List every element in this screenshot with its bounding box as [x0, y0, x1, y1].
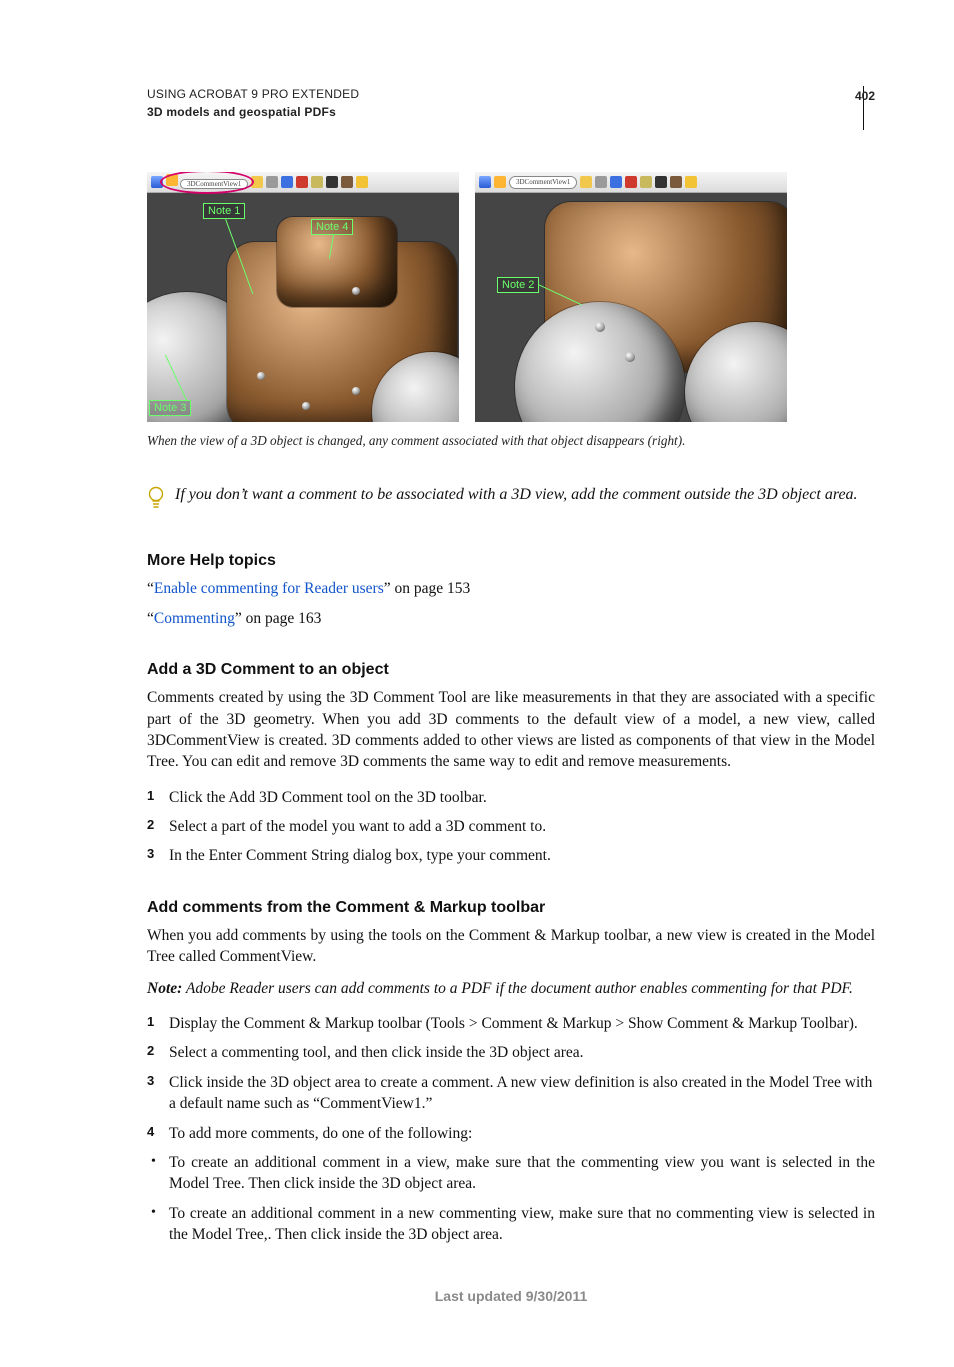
note-text: Adobe Reader users can add comments to a… — [182, 980, 853, 997]
toolbar-icon — [281, 176, 293, 188]
nav-icon — [151, 176, 163, 188]
nav-icon — [479, 176, 491, 188]
step-list: Click the Add 3D Comment tool on the 3D … — [147, 787, 875, 867]
help-ref-line: “Commenting” on page 163 — [147, 608, 875, 629]
ref-suffix: ” on page 153 — [384, 580, 471, 597]
toolbar-icon — [640, 176, 652, 188]
figure-toolbar: 3DCommentView1 — [475, 172, 787, 193]
note-paragraph: Note: Adobe Reader users can add comment… — [147, 978, 875, 999]
tip-text: If you don’t want a comment to be associ… — [175, 484, 858, 506]
step-item: Select a commenting tool, and then click… — [147, 1042, 875, 1063]
section-paragraph: Comments created by using the 3D Comment… — [147, 687, 875, 773]
step-item: Select a part of the model you want to a… — [147, 816, 875, 837]
more-help-heading: More Help topics — [147, 550, 875, 572]
help-link[interactable]: Enable commenting for Reader users — [154, 580, 384, 597]
step-item: Click the Add 3D Comment tool on the 3D … — [147, 787, 875, 808]
figure-right: 3DCommentView1 Note 2 — [475, 172, 787, 422]
bullet-list: To create an additional comment in a vie… — [147, 1152, 875, 1246]
toolbar-icon — [670, 176, 682, 188]
home-icon — [494, 176, 506, 188]
toolbar-icon — [685, 176, 697, 188]
tip: If you don’t want a comment to be associ… — [147, 484, 875, 510]
circled-controls: 3DCommentView1 — [166, 174, 248, 190]
footer-updated: Last updated 9/30/2011 — [147, 1287, 875, 1306]
toolbar-icon — [655, 176, 667, 188]
toolbar-icon — [625, 176, 637, 188]
page: 402 USING ACROBAT 9 PRO EXTENDED 3D mode… — [0, 0, 954, 1367]
step-item: Display the Comment & Markup toolbar (To… — [147, 1013, 875, 1034]
bullet-item: To create an additional comment in a vie… — [147, 1152, 875, 1195]
toolbar-icon — [311, 176, 323, 188]
toolbar-icon — [251, 176, 263, 188]
section-heading: Add comments from the Comment & Markup t… — [147, 897, 875, 919]
ref-suffix: ” on page 163 — [235, 610, 322, 627]
note-tag: Note 2 — [497, 277, 539, 293]
step-list: Display the Comment & Markup toolbar (To… — [147, 1013, 875, 1144]
help-ref-line: “Enable commenting for Reader users” on … — [147, 578, 875, 599]
view-dropdown: 3DCommentView1 — [509, 176, 577, 189]
section-heading: Add a 3D Comment to an object — [147, 659, 875, 681]
toolbar-icon — [266, 176, 278, 188]
home-icon — [166, 174, 178, 186]
running-head-chapter: 3D models and geospatial PDFs — [147, 104, 875, 121]
figure-pair: 3DCommentView1 Note 1 Note — [147, 172, 875, 422]
model-part — [277, 217, 397, 307]
figure-toolbar: 3DCommentView1 — [147, 172, 459, 193]
toolbar-icon — [341, 176, 353, 188]
view-dropdown: 3DCommentView1 — [180, 179, 248, 189]
page-number: 402 — [855, 88, 875, 105]
lightbulb-icon — [147, 486, 165, 510]
note-tag: Note 1 — [203, 203, 245, 219]
toolbar-icon — [296, 176, 308, 188]
running-head-product: USING ACROBAT 9 PRO EXTENDED — [147, 86, 875, 103]
figure-caption: When the view of a 3D object is changed,… — [147, 432, 875, 450]
section-paragraph: When you add comments by using the tools… — [147, 925, 875, 968]
toolbar-icon — [610, 176, 622, 188]
toolbar-icon — [580, 176, 592, 188]
bullet-item: To create an additional comment in a new… — [147, 1203, 875, 1246]
note-label: Note: — [147, 980, 182, 997]
help-link[interactable]: Commenting — [154, 610, 235, 627]
step-item: Click inside the 3D object area to creat… — [147, 1072, 875, 1115]
step-item: In the Enter Comment String dialog box, … — [147, 845, 875, 866]
quote: “ — [147, 580, 154, 597]
step-item: To add more comments, do one of the foll… — [147, 1123, 875, 1144]
toolbar-icon — [356, 176, 368, 188]
quote: “ — [147, 610, 154, 627]
figure-left: 3DCommentView1 Note 1 Note — [147, 172, 459, 422]
toolbar-icon — [326, 176, 338, 188]
toolbar-icon — [595, 176, 607, 188]
